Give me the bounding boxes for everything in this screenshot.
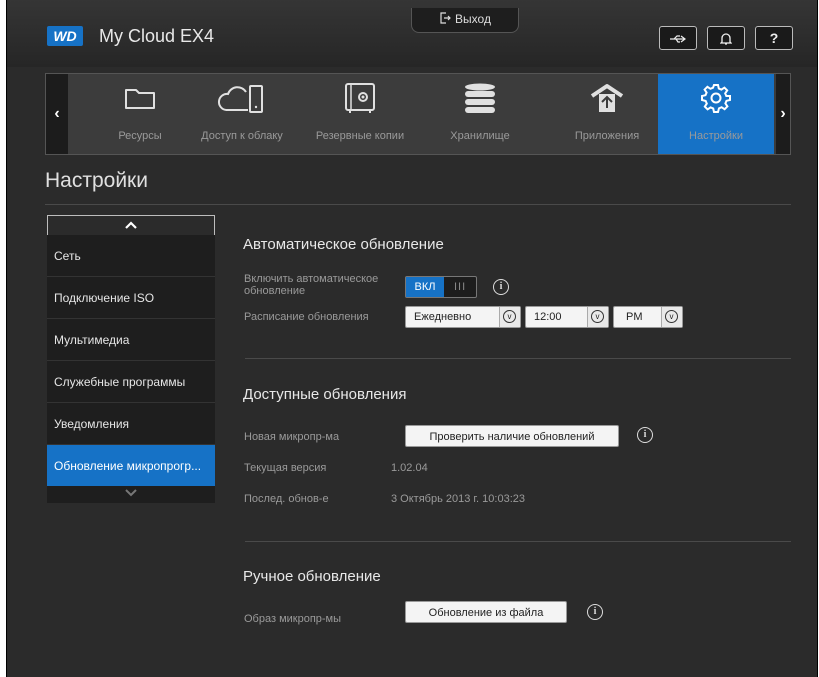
sidebar-item-media[interactable]: Мультимедиа — [47, 319, 215, 361]
sidebar-item-label: Уведомления — [54, 417, 130, 431]
current-version-label: Текущая версия — [244, 462, 327, 474]
safe-icon — [308, 82, 412, 118]
select-value: Ежедневно — [414, 311, 472, 323]
label-line: Включить автоматическое — [244, 273, 379, 285]
nav-prev-button[interactable]: ‹ — [46, 74, 68, 154]
nav-item-shares[interactable]: Ресурсы — [90, 74, 190, 154]
section-divider — [245, 541, 791, 542]
firmware-image-label: Образ микропр-мы — [244, 613, 342, 625]
dropdown-glyph: v — [665, 310, 678, 323]
storage-stack-icon — [430, 82, 530, 118]
available-updates-title: Доступные обновления — [243, 386, 407, 403]
nav-label: Хранилище — [450, 130, 510, 142]
sidebar-scroll-up-button[interactable] — [47, 215, 215, 235]
page-title: Настройки — [45, 169, 148, 192]
label-line: обновление — [244, 285, 306, 297]
header-bar: WD My Cloud EX4 Выход ? — [7, 0, 817, 67]
nav-label: Резервные копии — [315, 130, 405, 142]
select-value: PM — [626, 311, 643, 323]
sidebar-item-iso-mount[interactable]: Подключение ISO — [47, 277, 215, 319]
apps-upload-icon — [554, 82, 660, 118]
chevron-down-icon — [125, 489, 137, 497]
schedule-frequency-select[interactable]: Ежедневно v — [405, 306, 521, 328]
title-divider — [45, 204, 791, 205]
sidebar-item-utilities[interactable]: Служебные программы — [47, 361, 215, 403]
main-nav: ‹ Ресурсы Доступ к облаку Резервные копи… — [45, 73, 791, 155]
wd-logo: WD — [47, 26, 83, 46]
gear-icon — [658, 82, 774, 118]
toggle-on-label: ВКЛ — [406, 277, 444, 297]
sidebar-item-label: Сеть — [54, 249, 81, 263]
select-value: 12:00 — [534, 311, 562, 323]
nav-item-settings[interactable]: Настройки — [658, 74, 774, 154]
sidebar-item-network[interactable]: Сеть — [47, 235, 215, 277]
last-update-value: 3 Октябрь 2013 г. 10:03:23 — [391, 493, 525, 505]
sidebar-item-notifications[interactable]: Уведомления — [47, 403, 215, 445]
nav-item-storage[interactable]: Хранилище — [430, 74, 530, 154]
schedule-label: Расписание обновления — [244, 311, 369, 323]
info-icon[interactable]: i — [637, 427, 653, 443]
nav-next-button[interactable]: › — [776, 74, 790, 154]
dropdown-glyph: v — [591, 310, 604, 323]
sidebar-item-label: Подключение ISO — [54, 291, 155, 305]
chevron-up-icon — [125, 221, 137, 229]
sidebar-scroll-down-button[interactable] — [47, 486, 215, 503]
nav-label: Доступ к облаку — [201, 130, 283, 142]
bell-icon — [719, 33, 733, 45]
usb-button[interactable] — [659, 26, 697, 50]
nav-label: Приложения — [574, 130, 640, 142]
logout-button[interactable]: Выход — [411, 8, 519, 33]
sidebar-item-label: Служебные программы — [54, 375, 186, 389]
toggle-grip: III — [454, 281, 467, 293]
logout-icon — [440, 12, 451, 24]
chevron-down-icon: v — [661, 307, 682, 327]
app-title: My Cloud EX4 — [99, 26, 215, 46]
cloud-device-icon — [192, 82, 292, 118]
chevron-down-icon: v — [587, 307, 608, 327]
nav-label: Настройки — [689, 130, 743, 142]
section-divider — [245, 358, 791, 359]
auto-update-title: Автоматическое обновление — [243, 236, 444, 253]
auto-update-toggle[interactable]: ВКЛ III — [405, 276, 477, 298]
help-button[interactable]: ? — [755, 26, 793, 50]
check-updates-button[interactable]: Проверить наличие обновлений — [405, 425, 619, 447]
app-window: WD My Cloud EX4 Выход ? ‹ Ресурсы Доступ… — [6, 0, 818, 677]
info-icon[interactable]: i — [493, 279, 509, 295]
schedule-time-select[interactable]: 12:00 v — [525, 306, 609, 328]
auto-update-enable-label: Включить автоматическое обновление — [244, 273, 378, 297]
sidebar-item-label: Обновление микропрогр... — [54, 459, 202, 473]
folder-icon — [90, 82, 190, 118]
sidebar-item-firmware-update[interactable]: Обновление микропрогр... — [47, 445, 215, 487]
chevron-down-icon: v — [499, 307, 520, 327]
nav-label: Ресурсы — [118, 130, 162, 142]
schedule-ampm-select[interactable]: PM v — [613, 306, 683, 328]
current-version-value: 1.02.04 — [391, 462, 428, 474]
new-firmware-label: Новая микропр-ма — [244, 431, 340, 443]
last-update-label: Послед. обнов-е — [244, 493, 329, 505]
update-from-file-button[interactable]: Обновление из файла — [405, 601, 567, 623]
sidebar-item-label: Мультимедиа — [54, 333, 130, 347]
info-icon[interactable]: i — [587, 604, 603, 620]
dropdown-glyph: v — [503, 310, 516, 323]
nav-item-backups[interactable]: Резервные копии — [308, 74, 412, 154]
logout-label: Выход — [455, 12, 491, 26]
nav-item-apps[interactable]: Приложения — [554, 74, 660, 154]
notifications-button[interactable] — [707, 26, 745, 50]
manual-update-title: Ручное обновление — [243, 568, 381, 585]
usb-icon — [670, 35, 686, 43]
nav-item-cloud-access[interactable]: Доступ к облаку — [192, 74, 292, 154]
